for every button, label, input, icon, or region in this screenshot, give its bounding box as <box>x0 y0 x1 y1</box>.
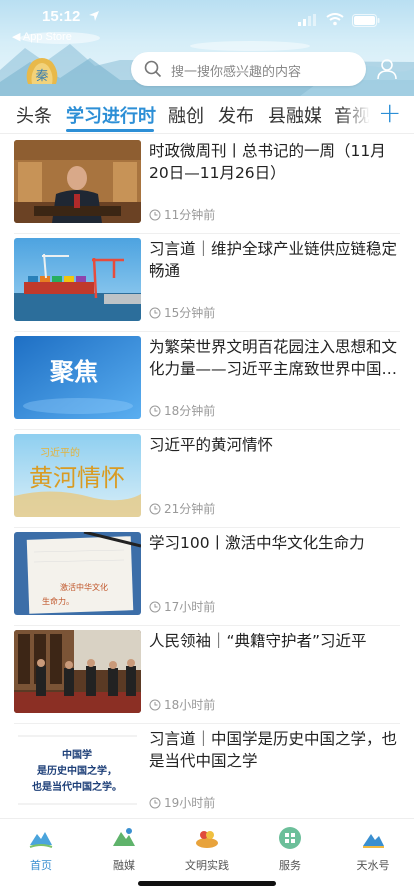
article-time: 21分钟前 <box>149 500 215 517</box>
article-title: 学习100丨激活中华文化生命力 <box>149 534 365 552</box>
nav-wenming[interactable]: 文明实践 <box>177 825 237 873</box>
battery-icon <box>352 14 380 27</box>
nav-home[interactable]: 首页 <box>11 825 71 873</box>
article-thumbnail: 激活中华文化 生命力。 <box>14 532 141 615</box>
list-item[interactable]: 聚焦 为繁荣世界文明百花园注入思想和文化力量——习近平主席致世界中国学大会贺信 … <box>0 332 414 430</box>
cellular-signal-icon <box>298 14 316 26</box>
search-bar[interactable]: 搜一搜你感兴趣的内容 <box>131 52 366 86</box>
article-thumbnail <box>14 238 141 321</box>
svg-text:秦: 秦 <box>35 69 48 84</box>
tab-rongchuang[interactable]: 融创 <box>168 102 204 128</box>
search-placeholder: 搜一搜你感兴趣的内容 <box>171 65 302 80</box>
clock-icon <box>149 307 161 318</box>
article-title: 习近平的黄河情怀 <box>149 436 274 454</box>
article-thumbnail <box>14 630 141 713</box>
user-profile-icon[interactable] <box>376 58 398 80</box>
tab-fabu[interactable]: 发布 <box>218 102 254 128</box>
list-item[interactable]: 中国学 是历史中国之学， 也是当代中国之学。 习言道｜中国学是历史中国之学，也是… <box>0 724 414 822</box>
article-title: 习言道｜中国学是历史中国之学，也是当代中国之学 <box>149 730 398 770</box>
clock-icon <box>149 797 161 808</box>
nav-fuwu[interactable]: 服务 <box>260 825 320 873</box>
list-item[interactable]: 人民领袖｜“典籍守护者”习近平 18小时前 <box>0 626 414 724</box>
svg-text:也是当代中国之学。: 也是当代中国之学。 <box>32 780 122 793</box>
article-time-text: 19小时前 <box>164 796 216 810</box>
article-time-text: 11分钟前 <box>164 208 216 222</box>
article-time-text: 17小时前 <box>164 600 216 614</box>
article-time-text: 15分钟前 <box>164 306 216 320</box>
add-channel-button[interactable]: + <box>378 96 401 129</box>
svg-text:聚焦: 聚焦 <box>49 358 98 386</box>
status-bar: 15:12 ◀ App Store <box>0 0 414 44</box>
article-time-text: 18分钟前 <box>164 404 216 418</box>
article-time: 11分钟前 <box>149 206 215 223</box>
article-thumbnail: 中国学 是历史中国之学， 也是当代中国之学。 <box>14 728 141 811</box>
location-arrow-icon <box>89 11 99 21</box>
header-banner: 15:12 ◀ App Store 秦 搜一搜你感兴趣的内容 <box>0 0 414 96</box>
civilization-practice-icon <box>196 831 218 848</box>
article-time: 15分钟前 <box>149 304 215 321</box>
tab-xuexi[interactable]: 学习进行时 <box>66 102 156 128</box>
nav-rongmei[interactable]: 融媒 <box>94 825 154 873</box>
home-mountain-icon <box>29 832 53 848</box>
list-item[interactable]: 时政微周刊丨总书记的一周（11月20日—11月26日） 11分钟前 <box>0 136 414 234</box>
svg-text:习近平的: 习近平的 <box>40 446 80 459</box>
status-time: 15:12 <box>42 8 81 25</box>
article-thumbnail <box>14 140 141 223</box>
service-icon <box>279 827 301 849</box>
svg-text:黄河情怀: 黄河情怀 <box>29 464 125 492</box>
wifi-icon <box>326 13 344 26</box>
media-mountain-icon <box>113 828 135 846</box>
article-thumbnail: 聚焦 <box>14 336 141 419</box>
back-to-app-store-link[interactable]: ◀ App Store <box>12 30 72 43</box>
tab-xianrongmei[interactable]: 县融媒 <box>268 102 322 128</box>
list-item[interactable]: 习言道｜维护全球产业链供应链稳定畅通 15分钟前 <box>0 234 414 332</box>
svg-text:激活中华文化: 激活中华文化 <box>60 582 108 592</box>
clock-icon <box>149 699 161 710</box>
clock-icon <box>149 503 161 514</box>
nav-tianshuihao[interactable]: 天水号 <box>343 825 403 873</box>
tianshui-account-icon <box>363 834 384 848</box>
clock-icon <box>149 405 161 416</box>
article-time-text: 18小时前 <box>164 698 216 712</box>
channel-tabs: 头条 学习进行时 融创 发布 县融媒 音视 + <box>0 96 414 134</box>
home-indicator <box>138 881 276 886</box>
article-thumbnail: 习近平的 黄河情怀 <box>14 434 141 517</box>
svg-text:是历史中国之学，: 是历史中国之学， <box>36 764 117 777</box>
clock-icon <box>149 601 161 612</box>
article-time: 19小时前 <box>149 794 215 811</box>
tab-fade <box>340 96 370 133</box>
clock-icon <box>149 209 161 220</box>
article-time: 17小时前 <box>149 598 215 615</box>
search-icon <box>144 60 162 78</box>
article-time-text: 21分钟前 <box>164 502 216 516</box>
active-tab-indicator <box>66 129 154 132</box>
list-item[interactable]: 习近平的 黄河情怀 习近平的黄河情怀 21分钟前 <box>0 430 414 528</box>
app-logo-icon: 秦 <box>26 58 58 84</box>
svg-text:中国学: 中国学 <box>62 748 92 761</box>
list-item[interactable]: 激活中华文化 生命力。 学习100丨激活中华文化生命力 17小时前 <box>0 528 414 626</box>
tab-toutiao[interactable]: 头条 <box>16 102 52 128</box>
article-time: 18小时前 <box>149 696 215 713</box>
article-time: 18分钟前 <box>149 402 215 419</box>
svg-text:生命力。: 生命力。 <box>42 596 74 606</box>
article-title: 为繁荣世界文明百花园注入思想和文化力量——习近平主席致世界中国学大会贺信 <box>149 338 398 378</box>
article-title: 时政微周刊丨总书记的一周（11月20日—11月26日） <box>149 142 386 182</box>
article-title: 人民领袖｜“典籍守护者”习近平 <box>149 632 367 650</box>
article-title: 习言道｜维护全球产业链供应链稳定畅通 <box>149 240 398 280</box>
